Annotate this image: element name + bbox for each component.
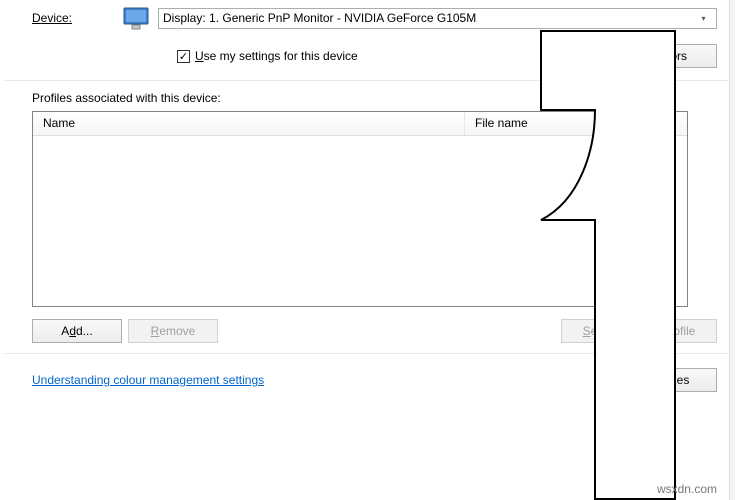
device-dropdown-value: Display: 1. Generic PnP Monitor - NVIDIA… xyxy=(163,11,695,25)
use-settings-label: Use my settings for this device xyxy=(195,49,358,63)
properties-button[interactable]: Properties xyxy=(607,368,717,392)
scrollbar-edge xyxy=(729,0,735,500)
column-name[interactable]: Name xyxy=(33,112,465,135)
add-button[interactable]: Add... xyxy=(32,319,122,343)
use-settings-checkbox[interactable]: ✓ xyxy=(177,50,190,63)
profiles-label: Profiles associated with this device: xyxy=(32,91,717,105)
set-default-button: Set as Default Profile xyxy=(561,319,717,343)
monitor-icon xyxy=(122,6,150,30)
understanding-link[interactable]: Understanding colour management settings xyxy=(32,373,264,387)
profiles-list-header: Name File name xyxy=(33,112,687,136)
column-filename[interactable]: File name xyxy=(465,112,687,135)
identify-monitors-button[interactable]: Identify monitors xyxy=(569,44,717,68)
remove-button: Remove xyxy=(128,319,218,343)
profiles-list[interactable]: Name File name xyxy=(32,111,688,307)
watermark: wsxdn.com xyxy=(657,482,717,496)
device-dropdown[interactable]: Display: 1. Generic PnP Monitor - NVIDIA… xyxy=(158,8,717,29)
chevron-down-icon: ▾ xyxy=(695,14,712,23)
device-label: Device: xyxy=(14,11,114,25)
